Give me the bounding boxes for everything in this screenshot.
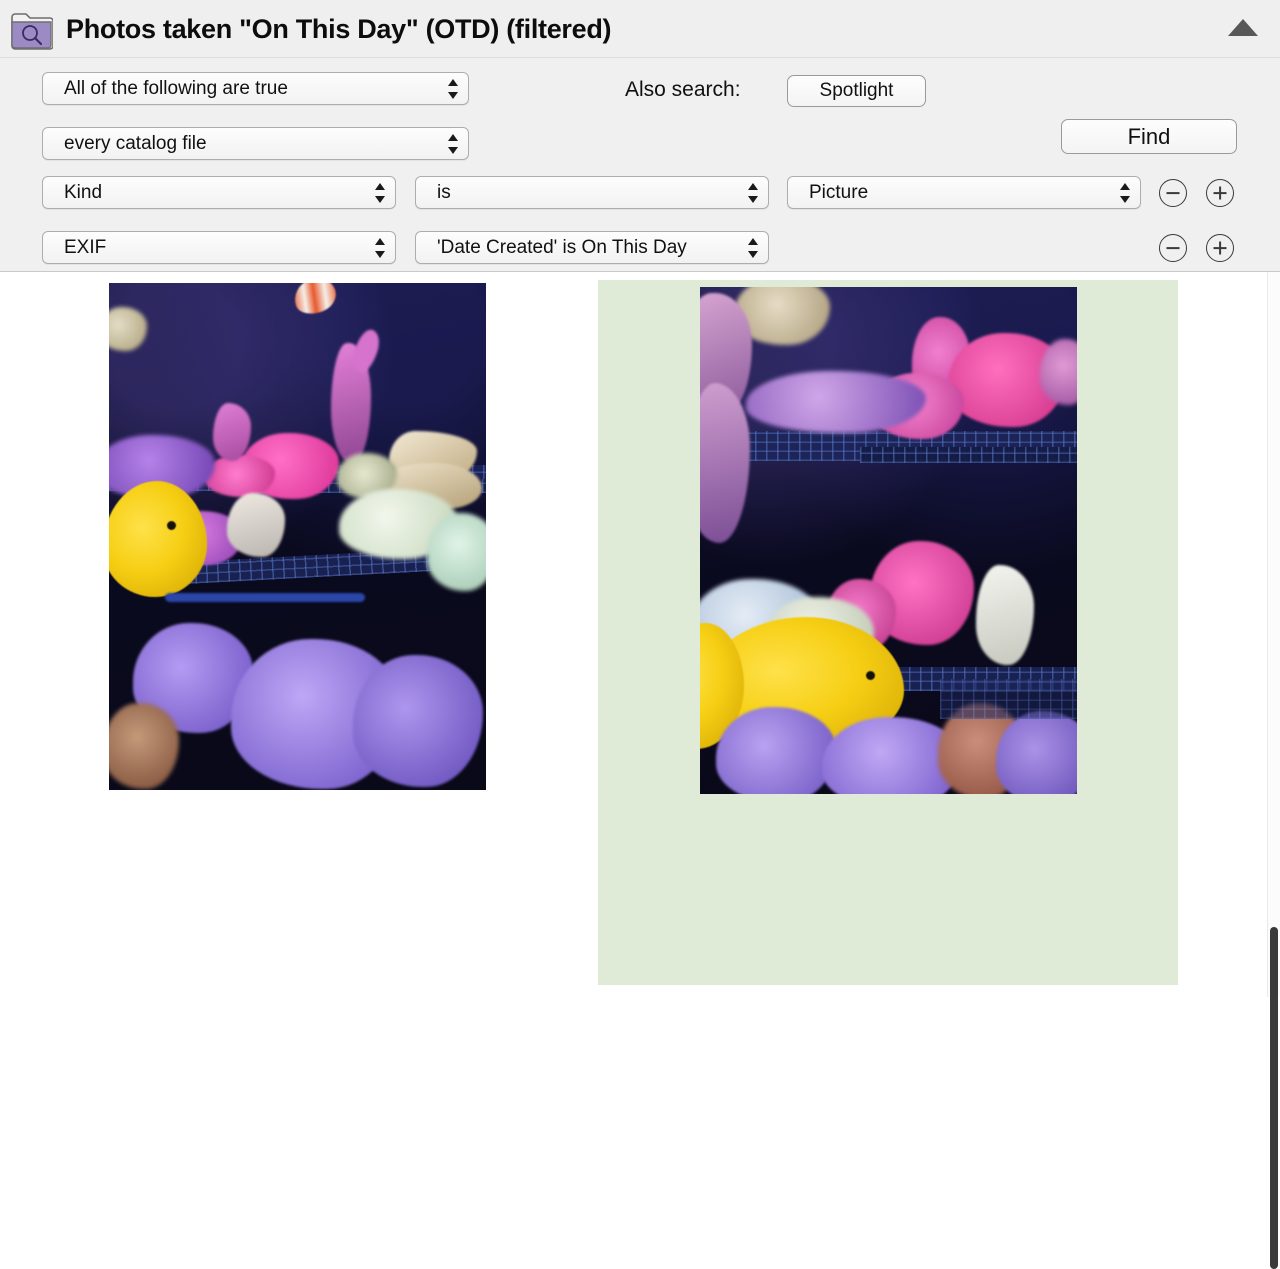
- plus-circle-icon[interactable]: [1206, 179, 1234, 207]
- chevron-updown-icon: [1120, 182, 1131, 204]
- also-search-label: Also search:: [625, 78, 741, 101]
- smart-folder-search-icon: [11, 13, 53, 50]
- photo-thumbnail[interactable]: [109, 283, 486, 790]
- criteria-value-label-0: Picture: [809, 181, 869, 203]
- criteria-value-dropdown-0[interactable]: Picture: [787, 176, 1141, 209]
- list-item[interactable]: IMG_1928.JPG f1.8, 3mm, 1/17s, ISO50, 40…: [0, 272, 598, 985]
- criteria-attribute-dropdown-1[interactable]: EXIF: [42, 231, 396, 264]
- vertical-scrollbar[interactable]: [1267, 272, 1280, 1269]
- criteria-operator-dropdown-0[interactable]: is: [415, 176, 769, 209]
- chevron-updown-icon: [375, 237, 386, 259]
- window-titlebar: Photos taken "On This Day" (OTD) (filter…: [0, 0, 1280, 58]
- photo-thumbnail[interactable]: [700, 287, 1077, 794]
- chevron-updown-icon: [748, 237, 759, 259]
- criteria-operator-label-0: is: [437, 181, 451, 203]
- chevron-updown-icon: [748, 182, 759, 204]
- criteria-operator-label-1: 'Date Created' is On This Day: [437, 236, 687, 258]
- scope-dropdown[interactable]: every catalog file: [42, 127, 469, 160]
- criteria-attribute-label-0: Kind: [64, 181, 103, 203]
- chevron-updown-icon: [375, 182, 386, 204]
- spotlight-button[interactable]: Spotlight: [787, 75, 926, 107]
- chevron-updown-icon: [448, 133, 459, 155]
- minus-circle-icon[interactable]: [1159, 234, 1187, 262]
- match-rule-dropdown[interactable]: All of the following are true: [42, 72, 469, 105]
- triangle-up-icon[interactable]: [1228, 19, 1258, 36]
- match-rule-label: All of the following are true: [64, 77, 288, 99]
- criteria-attribute-label-1: EXIF: [64, 236, 107, 258]
- scope-label: every catalog file: [64, 132, 207, 154]
- criteria-operator-dropdown-1[interactable]: 'Date Created' is On This Day: [415, 231, 769, 264]
- plus-circle-icon[interactable]: [1206, 234, 1234, 262]
- page-title: Photos taken "On This Day" (OTD) (filter…: [66, 14, 612, 44]
- list-item[interactable]: IMG_1929.JPG f1.8, 3mm, 1/17s, ISO50, 40…: [598, 280, 1178, 985]
- scrollbar-thumb[interactable]: [1270, 927, 1278, 1269]
- find-button[interactable]: Find: [1061, 119, 1237, 154]
- minus-circle-icon[interactable]: [1159, 179, 1187, 207]
- results-grid: IMG_1928.JPG f1.8, 3mm, 1/17s, ISO50, 40…: [0, 272, 1280, 997]
- chevron-updown-icon: [448, 78, 459, 100]
- criteria-attribute-dropdown-0[interactable]: Kind: [42, 176, 396, 209]
- search-toolbar: Photos taken "On This Day" (OTD) (filter…: [0, 0, 1280, 272]
